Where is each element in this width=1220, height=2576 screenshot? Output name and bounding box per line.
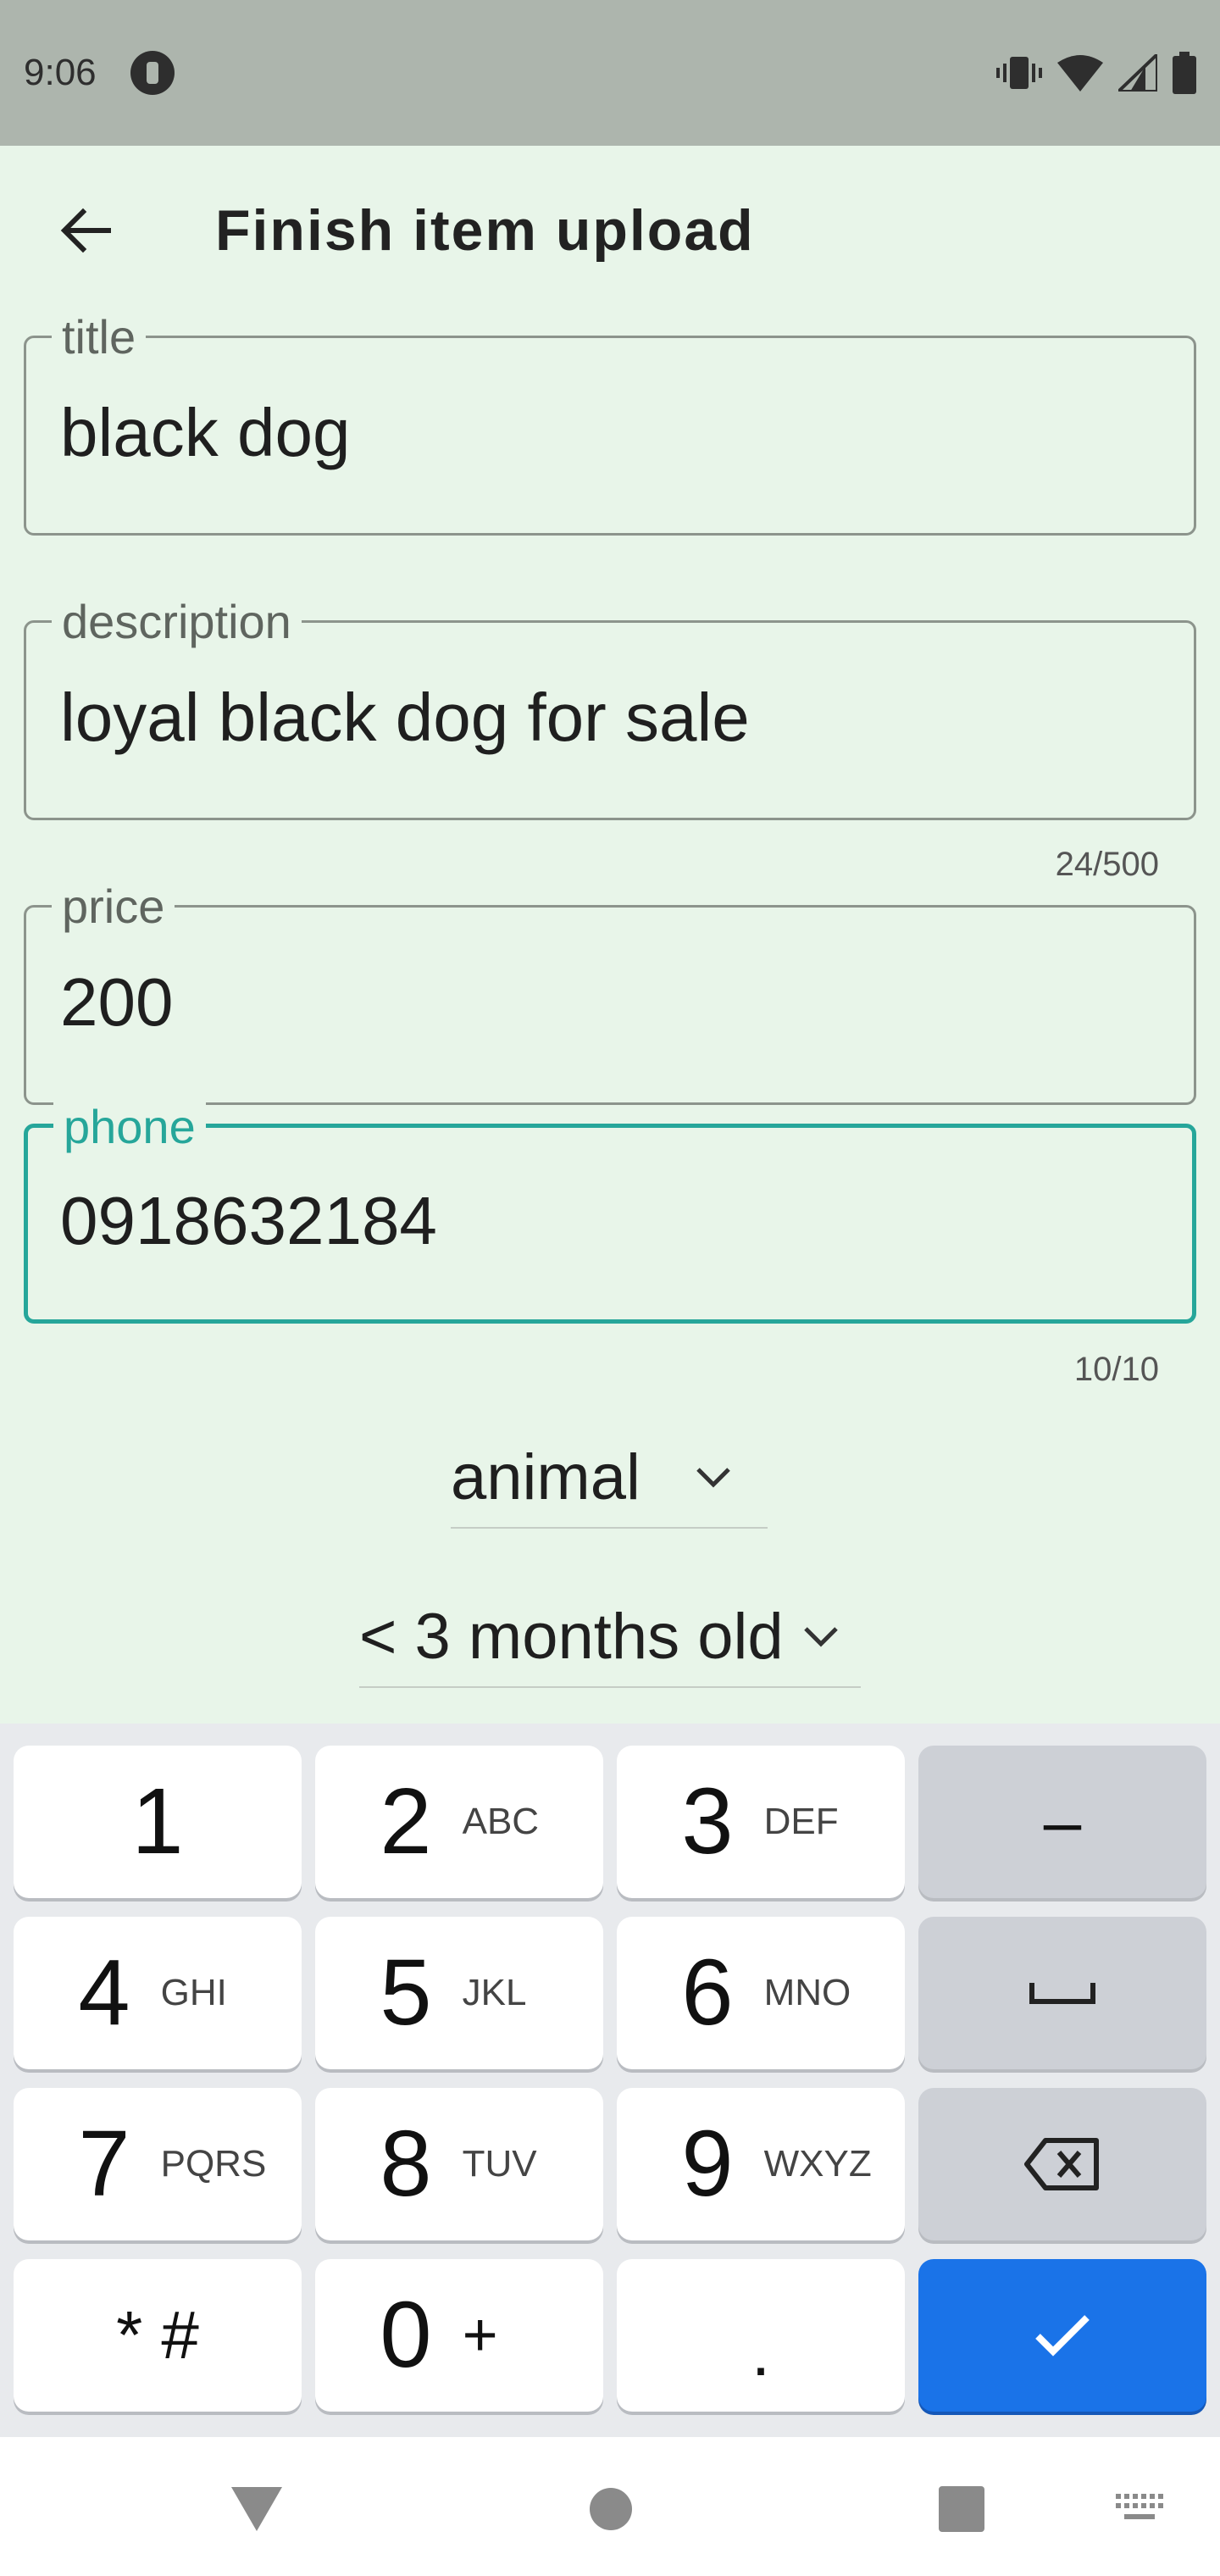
category-dropdown[interactable]: animal: [451, 1427, 768, 1529]
key-8[interactable]: 8 TUV: [315, 2088, 603, 2240]
chevron-down-icon: [696, 1468, 730, 1488]
key-star-hash[interactable]: * #: [14, 2259, 302, 2412]
status-bar: 9:06: [0, 0, 1220, 146]
backspace-icon: [1024, 2138, 1099, 2190]
key-digit: 2: [380, 1769, 432, 1874]
key-letters: DEF: [763, 1801, 839, 1842]
keyboard-switch-button[interactable]: [1101, 2471, 1178, 2547]
key-letters: TUV: [462, 2143, 537, 2185]
key-9[interactable]: 9 WXYZ: [617, 2088, 905, 2240]
key-done[interactable]: [918, 2259, 1206, 2412]
price-field-value: 200: [60, 964, 174, 1040]
price-field[interactable]: price 200: [24, 877, 1196, 1105]
key-4[interactable]: 4 GHI: [14, 1917, 302, 2069]
key-digit: 1: [131, 1769, 184, 1874]
key-period-label: .: [751, 2314, 771, 2390]
key-3[interactable]: 3 DEF: [617, 1746, 905, 1898]
key-digit: 6: [681, 1940, 734, 2045]
price-field-label: price: [52, 877, 175, 936]
key-digit: 8: [380, 2112, 432, 2216]
app-notification-icon: [130, 51, 175, 95]
key-star-hash-label: * #: [116, 2297, 199, 2373]
description-field-value: loyal black dog for sale: [60, 680, 750, 755]
key-2[interactable]: 2 ABC: [315, 1746, 603, 1898]
key-letters: GHI: [160, 1972, 227, 2013]
arrow-back-icon: [60, 208, 111, 253]
battery-icon: [1173, 52, 1196, 94]
description-field[interactable]: description loyal black dog for sale: [24, 592, 1196, 820]
key-space[interactable]: [918, 1917, 1206, 2069]
status-right: [996, 52, 1196, 94]
chevron-down-icon: [803, 1627, 838, 1647]
category-dropdown-value: animal: [451, 1441, 640, 1513]
phone-field-value: 0918632184: [60, 1183, 437, 1258]
key-7[interactable]: 7 PQRS: [14, 2088, 302, 2240]
key-letters: WXYZ: [763, 2143, 872, 2185]
key-digit: 4: [78, 1940, 130, 2045]
app-bar: Finish item upload: [0, 146, 1220, 315]
key-1[interactable]: 1: [14, 1746, 302, 1898]
numeric-keyboard: 1 2 ABC 3 DEF – 4 GHI 5 JKL 6 MNO 7 PQRS…: [0, 1724, 1220, 2437]
key-letters: MNO: [763, 1972, 851, 2013]
phone-field[interactable]: phone 0918632184: [24, 1097, 1196, 1324]
key-backspace[interactable]: [918, 2088, 1206, 2240]
wifi-icon: [1057, 55, 1103, 92]
key-digit: 9: [681, 2112, 734, 2216]
back-button[interactable]: [34, 180, 136, 281]
status-time: 9:06: [24, 52, 97, 93]
key-0[interactable]: 0 +: [315, 2259, 603, 2412]
square-recents-icon: [939, 2486, 984, 2532]
nav-recents-button[interactable]: [923, 2471, 1000, 2547]
status-left: 9:06: [24, 51, 175, 95]
key-digit: 0: [380, 2283, 432, 2387]
key-period[interactable]: .: [617, 2259, 905, 2412]
check-icon: [1035, 2315, 1090, 2357]
system-navigation-bar: [0, 2437, 1220, 2576]
title-field-value: black dog: [60, 395, 351, 470]
nav-back-button[interactable]: [219, 2471, 295, 2547]
key-digit: 5: [380, 1940, 432, 2045]
key-letters: JKL: [462, 1972, 527, 2013]
signal-icon: [1118, 54, 1157, 92]
description-counter: 24/500: [1055, 846, 1159, 883]
nav-home-button[interactable]: [573, 2471, 649, 2547]
key-digit: 7: [78, 2112, 130, 2216]
phone-counter: 10/10: [1073, 1351, 1159, 1388]
key-6[interactable]: 6 MNO: [617, 1917, 905, 2069]
key-digit: 3: [681, 1769, 734, 1874]
age-dropdown[interactable]: < 3 months old: [359, 1586, 861, 1688]
space-bar-icon: [1029, 1983, 1095, 2004]
key-minus[interactable]: –: [918, 1746, 1206, 1898]
vibrate-icon: [996, 57, 1042, 89]
circle-home-icon: [590, 2488, 632, 2530]
title-field-label: title: [52, 308, 147, 367]
phone-field-label: phone: [53, 1097, 206, 1157]
keyboard-icon: [1116, 2494, 1163, 2519]
key-5[interactable]: 5 JKL: [315, 1917, 603, 2069]
page-title: Finish item upload: [215, 198, 755, 263]
key-letters: ABC: [462, 1801, 540, 1842]
title-field[interactable]: title black dog: [24, 308, 1196, 536]
key-letters: PQRS: [160, 2143, 267, 2185]
description-field-label: description: [52, 592, 302, 652]
age-dropdown-value: < 3 months old: [359, 1600, 784, 1673]
key-letters: +: [462, 2301, 498, 2369]
key-minus-label: –: [1043, 1784, 1082, 1859]
triangle-back-icon: [231, 2487, 282, 2531]
